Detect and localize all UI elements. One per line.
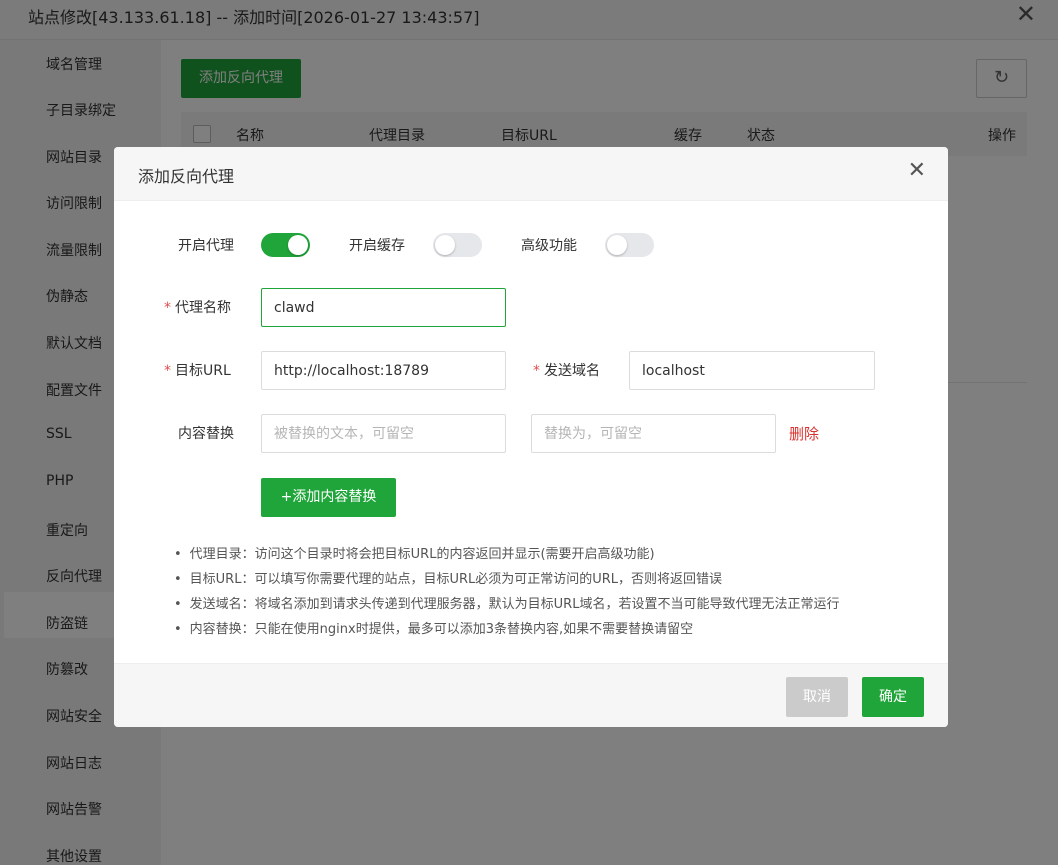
dialog-footer: 取消 确定	[114, 663, 948, 727]
target-url-input[interactable]	[261, 351, 506, 390]
required-mark: *	[164, 363, 171, 379]
target-url-label: * 目标URL	[164, 360, 231, 380]
send-domain-label: * 发送域名	[533, 360, 600, 380]
replace-from-input[interactable]	[261, 414, 506, 453]
required-mark: *	[533, 363, 540, 379]
cache-toggle-label: 开启缓存	[349, 238, 405, 254]
content-replace-label: 内容替换	[178, 426, 234, 442]
dialog-title: 添加反向代理	[138, 167, 235, 186]
delete-replace-link[interactable]: 删除	[789, 423, 819, 444]
help-tips: 代理目录：访问这个目录时将会把目标URL的内容返回并显示(需要开启高级功能) 目…	[174, 542, 840, 642]
tip-item: 代理目录：访问这个目录时将会把目标URL的内容返回并显示(需要开启高级功能)	[174, 542, 839, 567]
add-reverse-proxy-dialog: 添加反向代理 ✕ 开启代理 开启缓存 高级功能 *代理名称 *目标URL *发送…	[114, 147, 948, 727]
proxy-toggle[interactable]	[261, 233, 310, 257]
cache-toggle[interactable]	[433, 233, 482, 257]
cancel-button[interactable]: 取消	[786, 677, 848, 717]
toggle-knob	[607, 235, 627, 255]
replace-to-input[interactable]	[531, 414, 776, 453]
send-domain-input[interactable]	[629, 351, 875, 390]
confirm-button[interactable]: 确定	[862, 677, 924, 717]
proxy-toggle-label: 开启代理	[178, 238, 234, 254]
proxy-name-label: * 代理名称	[164, 297, 231, 317]
required-mark: *	[164, 300, 171, 316]
dialog-header: 添加反向代理 ✕	[114, 147, 948, 201]
toggle-knob	[435, 235, 455, 255]
proxy-name-input[interactable]	[261, 288, 506, 327]
target-url-label-text: 目标URL	[175, 363, 231, 379]
proxy-name-label-text: 代理名称	[175, 300, 231, 316]
advanced-toggle[interactable]	[605, 233, 654, 257]
tip-item: 内容替换：只能在使用nginx时提供，最多可以添加3条替换内容,如果不需要替换请…	[174, 617, 839, 642]
add-content-replace-button[interactable]: +添加内容替换	[261, 478, 396, 517]
advanced-toggle-label: 高级功能	[521, 238, 577, 254]
toggle-knob	[288, 235, 308, 255]
tip-item: 发送域名：将域名添加到请求头传递到代理服务器，默认为目标URL域名，若设置不当可…	[174, 592, 840, 617]
send-domain-label-text: 发送域名	[544, 363, 600, 379]
tip-item: 目标URL：可以填写你需要代理的站点，目标URL必须为可正常访问的URL，否则将…	[174, 567, 839, 592]
close-icon[interactable]: ✕	[908, 160, 926, 182]
